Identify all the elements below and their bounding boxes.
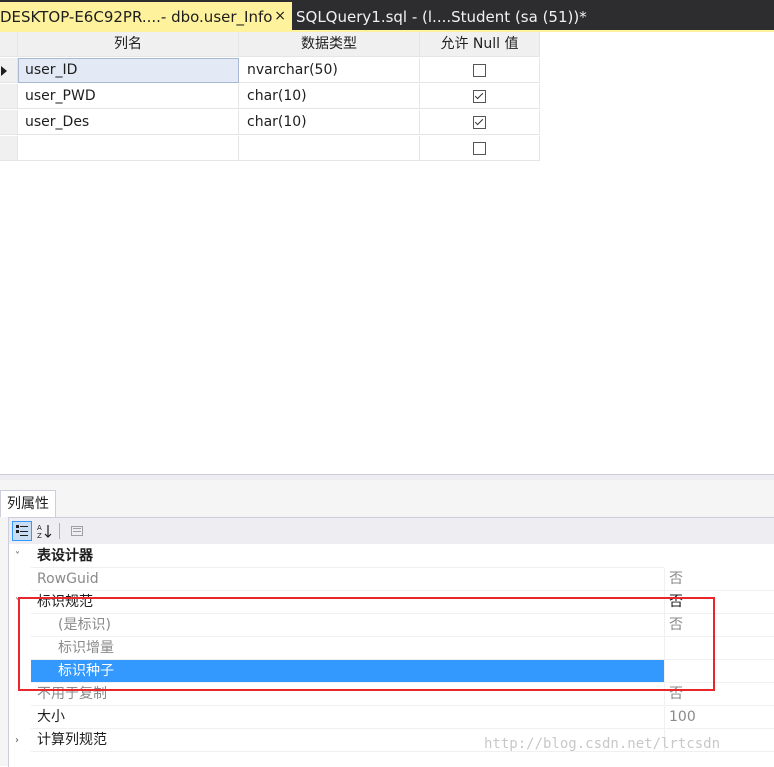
property-row[interactable]: RowGuid 否 [9, 568, 774, 591]
data-type-cell[interactable]: char(10) [239, 84, 420, 109]
data-type-cell[interactable] [239, 136, 420, 161]
property-value[interactable]: 否 [664, 591, 774, 614]
property-row[interactable]: 不用于复制 否 [9, 683, 774, 706]
property-category-name: 表设计器 [31, 545, 664, 568]
property-value[interactable] [664, 660, 774, 683]
property-name: RowGuid [31, 568, 664, 591]
data-type-cell[interactable]: nvarchar(50) [239, 58, 420, 83]
chevron-down-icon[interactable]: ˅ [15, 591, 27, 614]
property-name: (是标识) [31, 614, 664, 637]
property-value[interactable] [664, 637, 774, 660]
watermark-text: http://blog.csdn.net/lrtcsdn [484, 736, 721, 752]
property-row[interactable]: 大小 100 [9, 706, 774, 729]
row-selector[interactable] [0, 110, 18, 135]
header-data-type[interactable]: 数据类型 [239, 32, 420, 57]
property-toolbar: AZ [9, 518, 774, 544]
property-name: 不用于复制 [31, 683, 664, 706]
property-row[interactable]: (是标识) 否 [9, 614, 774, 637]
tab-table-design-title: DESKTOP-E6C92PR....- dbo.user_Info [0, 8, 273, 26]
row-selector[interactable] [0, 58, 18, 83]
property-grid: AZ ˅ 表设计器 RowGuid 否 ˅ 标识规范 否 (是标识) 否 标识增… [8, 517, 774, 767]
tab-table-design[interactable]: DESKTOP-E6C92PR....- dbo.user_Info × [0, 2, 292, 32]
grid-header-row: 列名 数据类型 允许 Null 值 [0, 32, 540, 58]
property-value[interactable]: 100 [664, 706, 774, 729]
row-selector[interactable] [0, 136, 18, 161]
toolbar-separator [59, 523, 60, 539]
property-row-selected[interactable]: 标识种子 [9, 660, 774, 683]
header-allow-nulls[interactable]: 允许 Null 值 [420, 32, 540, 57]
allow-null-cell[interactable] [420, 136, 540, 161]
column-name-cell[interactable]: user_ID [18, 58, 239, 83]
column-properties-pane: 列属性 AZ ˅ 表设计器 RowGuid 否 ˅ 标识规范 否 (是标识) 否… [0, 480, 774, 767]
document-tab-strip: DESKTOP-E6C92PR....- dbo.user_Info × SQL… [0, 0, 774, 32]
property-value[interactable]: 否 [664, 614, 774, 637]
property-name: 标识种子 [31, 660, 664, 683]
allow-null-cell[interactable] [420, 110, 540, 135]
row-selector[interactable] [0, 84, 18, 109]
categorized-icon[interactable] [12, 521, 32, 541]
property-name: 大小 [31, 706, 664, 729]
tab-sql-query-title: SQLQuery1.sql - (l....Student (sa (51))* [296, 8, 587, 26]
property-pages-icon[interactable] [67, 521, 87, 541]
sort-az-icon[interactable]: AZ [35, 521, 55, 541]
column-name-cell[interactable] [18, 136, 239, 161]
allow-null-cell[interactable] [420, 84, 540, 109]
allow-null-checkbox[interactable] [473, 89, 486, 103]
tab-column-properties[interactable]: 列属性 [0, 490, 56, 517]
chevron-down-icon[interactable]: ˅ [15, 545, 27, 568]
tab-sql-query[interactable]: SQLQuery1.sql - (l....Student (sa (51))* [296, 2, 587, 32]
svg-text:Z: Z [37, 532, 42, 539]
property-row[interactable]: ˅ 表设计器 [9, 545, 774, 568]
column-name-cell[interactable]: user_Des [18, 110, 239, 135]
header-column-name[interactable]: 列名 [18, 32, 239, 57]
allow-null-checkbox[interactable] [473, 115, 486, 129]
table-row[interactable]: user_Des char(10) [0, 110, 540, 136]
table-row[interactable]: user_ID nvarchar(50) [0, 58, 540, 84]
property-value[interactable]: 否 [664, 568, 774, 591]
table-row[interactable] [0, 136, 540, 162]
row-selector-header [0, 32, 18, 57]
property-value[interactable]: 否 [664, 683, 774, 706]
property-name: 标识规范 [31, 591, 664, 614]
property-row[interactable]: 标识增量 [9, 637, 774, 660]
close-icon[interactable]: × [274, 8, 286, 24]
allow-null-cell[interactable] [420, 58, 540, 83]
property-list: ˅ 表设计器 RowGuid 否 ˅ 标识规范 否 (是标识) 否 标识增量 标… [9, 545, 774, 752]
property-name: 标识增量 [31, 637, 664, 660]
allow-null-checkbox[interactable] [473, 63, 486, 77]
property-row[interactable]: ˅ 标识规范 否 [9, 591, 774, 614]
column-name-cell[interactable]: user_PWD [18, 84, 239, 109]
current-row-arrow-icon [1, 66, 7, 76]
table-row[interactable]: user_PWD char(10) [0, 84, 540, 110]
chevron-right-icon[interactable]: › [15, 729, 27, 752]
svg-text:A: A [37, 524, 42, 532]
data-type-cell[interactable]: char(10) [239, 110, 420, 135]
allow-null-checkbox[interactable] [473, 141, 486, 155]
column-grid: 列名 数据类型 允许 Null 值 user_ID nvarchar(50) u… [0, 32, 540, 162]
